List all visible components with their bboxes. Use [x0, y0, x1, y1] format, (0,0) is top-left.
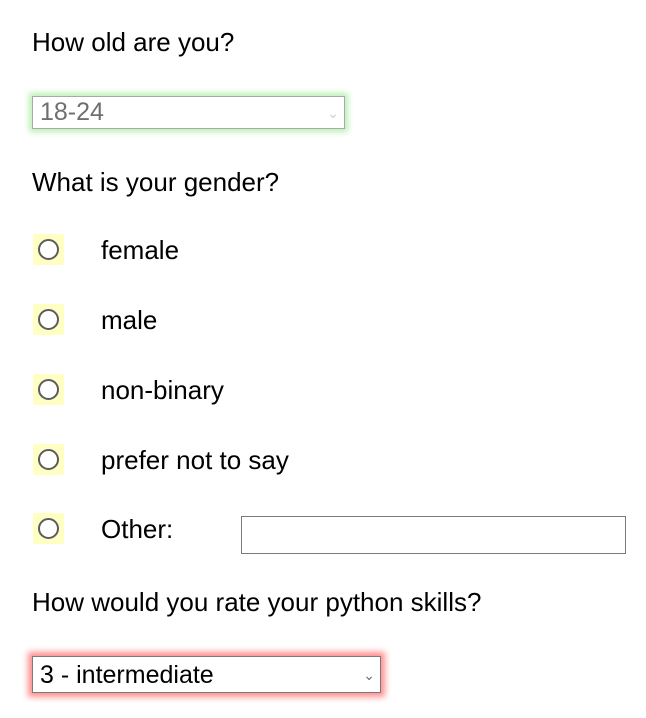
gender-option-label: non-binary: [101, 375, 224, 405]
gender-option-label: Other:: [101, 514, 174, 544]
radio-unchecked-icon[interactable]: [38, 379, 59, 400]
radio-unchecked-icon[interactable]: [38, 449, 59, 470]
python-skill-select-value: 3 - intermediate: [40, 661, 214, 689]
age-select[interactable]: 18-24 ⌄: [32, 96, 345, 129]
gender-option-label: prefer not to say: [101, 445, 289, 475]
python-question-label: How would you rate your python skills?: [32, 587, 482, 617]
gender-option-label: female: [101, 235, 180, 265]
radio-unchecked-icon[interactable]: [38, 309, 59, 330]
radio-unchecked-icon[interactable]: [38, 518, 59, 539]
python-skill-select[interactable]: 3 - intermediate ⌄: [32, 656, 381, 693]
chevron-down-icon: ⌄: [363, 667, 375, 683]
chevron-down-icon: ⌄: [327, 105, 339, 121]
gender-other-input[interactable]: [241, 516, 626, 554]
age-select-value: 18-24: [40, 98, 104, 126]
gender-option-label: male: [101, 305, 158, 335]
radio-unchecked-icon[interactable]: [38, 239, 59, 260]
age-question-label: How old are you?: [32, 27, 235, 57]
gender-question-label: What is your gender?: [32, 167, 280, 197]
